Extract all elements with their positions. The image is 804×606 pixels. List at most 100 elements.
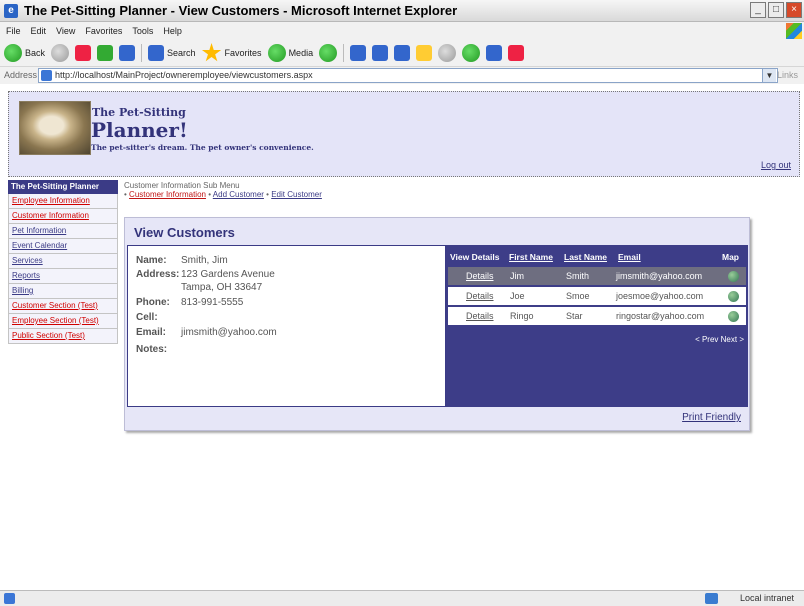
links-button[interactable]: Links (777, 70, 798, 80)
sidenav-event-calendar[interactable]: Event Calendar (8, 239, 118, 254)
address-label: Address: (136, 269, 180, 280)
sidenav-pet-information[interactable]: Pet Information (8, 224, 118, 239)
header-first-name[interactable]: First Name (509, 252, 553, 262)
header-last-name[interactable]: Last Name (564, 252, 607, 262)
web-page: The Pet-Sitting Planner! The pet-sitter'… (0, 85, 804, 590)
ie-icon: e (4, 4, 18, 18)
view-customers-panel: View Customers Name: Smith, Jim Address:… (124, 217, 750, 431)
page-status-icon (4, 593, 15, 604)
logout-link[interactable]: Log out (761, 160, 791, 170)
table-row[interactable]: Details Jim Smith jimsmith@yahoo.com (448, 267, 746, 285)
address-value-line1: 123 Gardens Avenue (181, 269, 275, 280)
edit-icon[interactable] (394, 45, 411, 61)
sidenav-customer-section-test[interactable]: Customer Section (Test) (8, 299, 118, 314)
globe-map-icon[interactable] (728, 271, 739, 282)
close-button[interactable]: × (786, 2, 802, 18)
row-last-name: Star (566, 311, 583, 321)
back-button[interactable]: Back (4, 44, 45, 62)
intranet-zone-icon (705, 593, 718, 604)
media-button[interactable]: Media (267, 44, 314, 62)
row-first-name: Joe (510, 291, 525, 301)
menu-view[interactable]: View (56, 26, 75, 36)
row-details-link[interactable]: Details (466, 291, 494, 301)
menu-help[interactable]: Help (163, 26, 182, 36)
phone-label: Phone: (136, 297, 170, 308)
header-view-details: View Details (450, 252, 500, 262)
submenu-separator: • (266, 190, 269, 199)
header-map: Map (722, 252, 739, 262)
favorites-button[interactable]: Favorites (201, 43, 262, 63)
grid-header-row: View Details First Name Last Name Email … (446, 251, 748, 265)
menu-tools[interactable]: Tools (132, 26, 153, 36)
side-navigation: The Pet-Sitting Planner Employee Informa… (8, 180, 118, 344)
sidenav-customer-information[interactable]: Customer Information (8, 209, 118, 224)
header-email[interactable]: Email (618, 252, 641, 262)
page-icon (41, 70, 52, 81)
email-value: jimsmith@yahoo.com (181, 327, 277, 338)
brand-title: Planner! (91, 118, 188, 142)
phone-value: 813-991-5555 (181, 297, 244, 308)
home-icon[interactable] (119, 45, 136, 61)
stop-icon[interactable] (75, 45, 92, 61)
address-input[interactable]: http://localhost/MainProject/owneremploy… (38, 68, 778, 83)
print-icon[interactable] (372, 45, 389, 61)
forward-button[interactable] (51, 44, 70, 62)
email-label: Email: (136, 327, 167, 338)
customer-detail-box: Name: Smith, Jim Address: 123 Gardens Av… (127, 245, 446, 407)
minimize-button[interactable]: _ (750, 2, 766, 18)
submenu-separator: • (208, 190, 212, 199)
globe-map-icon[interactable] (728, 311, 739, 322)
window-title: The Pet-Sitting Planner - View Customers… (24, 3, 458, 18)
back-label: Back (25, 48, 46, 58)
sidenav-public-section-test[interactable]: Public Section (Test) (8, 329, 118, 344)
star-icon (201, 43, 222, 62)
sidenav-employee-information[interactable]: Employee Information (8, 194, 118, 209)
address-url: http://localhost/MainProject/owneremploy… (55, 70, 313, 80)
sidenav-reports[interactable]: Reports (8, 269, 118, 284)
detail-name-row: Name: Smith, Jim (136, 255, 228, 266)
maximize-button[interactable]: □ (768, 2, 784, 18)
panel-title: View Customers (134, 225, 235, 240)
sidenav-employee-section-test[interactable]: Employee Section (Test) (8, 314, 118, 329)
toolbar-divider (343, 44, 345, 62)
globe-map-icon[interactable] (728, 291, 739, 302)
menu-edit[interactable]: Edit (31, 26, 47, 36)
submenu-add-customer-link[interactable]: Add Customer (213, 190, 264, 199)
media-label: Media (288, 48, 314, 58)
row-details-link[interactable]: Details (466, 271, 494, 281)
menu-bar: File Edit View Favorites Tools Help (0, 22, 804, 40)
detail-address-row-2: Tampa, OH 33647 (181, 282, 262, 293)
row-email: joesmoe@yahoo.com (616, 291, 704, 301)
folder-icon[interactable] (416, 45, 433, 61)
table-row[interactable]: Details Joe Smoe joesmoe@yahoo.com (448, 287, 746, 305)
discuss-icon[interactable] (462, 44, 481, 62)
grid-pager[interactable]: < Prev Next > (695, 335, 744, 344)
submenu-bullet: • (124, 190, 127, 199)
menu-favorites[interactable]: Favorites (85, 26, 122, 36)
submenu-customer-information-link[interactable]: Customer Information (129, 190, 206, 199)
submenu-edit-customer-link[interactable]: Edit Customer (271, 190, 322, 199)
name-value: Smith, Jim (181, 255, 228, 266)
messenger-icon[interactable] (438, 44, 457, 62)
mail-icon[interactable] (350, 45, 367, 61)
sidenav-title: The Pet-Sitting Planner (8, 180, 118, 194)
status-bar: Local intranet (0, 590, 804, 606)
name-label: Name: (136, 255, 167, 266)
windows-logo-icon (786, 23, 802, 39)
row-details-link[interactable]: Details (466, 311, 494, 321)
address-dropdown-button[interactable]: ▼ (762, 69, 776, 82)
history-icon[interactable] (319, 44, 338, 62)
yahoo-icon[interactable] (508, 45, 525, 61)
toolbar: Back Search Favorites Media (0, 40, 804, 66)
refresh-icon[interactable] (97, 45, 114, 61)
sidenav-billing[interactable]: Billing (8, 284, 118, 299)
row-last-name: Smith (566, 271, 590, 281)
print-friendly-link[interactable]: Print Friendly (682, 412, 741, 423)
search-label: Search (167, 48, 196, 58)
table-row[interactable]: Details Ringo Star ringostar@yahoo.com (448, 307, 746, 325)
research-icon[interactable] (486, 45, 503, 61)
sidenav-services[interactable]: Services (8, 254, 118, 269)
submenu-links: • Customer Information • Add Customer • … (124, 190, 322, 199)
search-button[interactable]: Search (148, 45, 196, 61)
menu-file[interactable]: File (6, 26, 21, 36)
